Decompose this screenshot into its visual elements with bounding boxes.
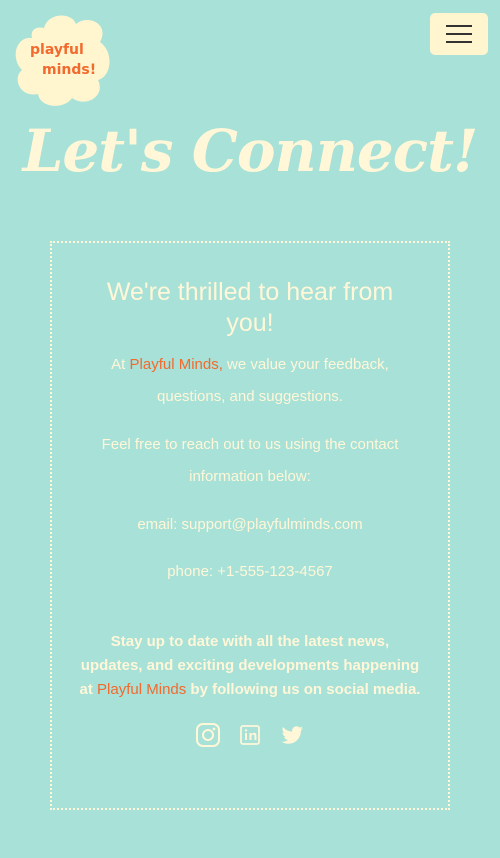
logo-text: playful minds! <box>14 40 112 80</box>
linkedin-icon[interactable] <box>237 722 263 748</box>
logo[interactable]: playful minds! <box>14 14 112 106</box>
phone-link[interactable]: +1-555-123-4567 <box>217 563 333 580</box>
menu-button[interactable] <box>430 13 488 55</box>
follow-text: Stay up to date with all the latest news… <box>78 630 422 702</box>
logo-line-2: minds! <box>42 62 97 78</box>
follow-brand: Playful Minds <box>97 681 187 698</box>
intro-prefix: At <box>111 356 130 373</box>
email-link[interactable]: support@playfulminds.com <box>182 516 363 533</box>
hamburger-icon-bar <box>446 41 472 43</box>
page-title: Let's Connect! <box>22 117 479 185</box>
social-links <box>78 722 422 748</box>
email-line: email: support@playfulminds.com <box>78 509 422 541</box>
follow-suffix: by following us on social media. <box>186 681 421 698</box>
contact-card: We're thrilled to hear from you! At Play… <box>50 241 450 810</box>
hamburger-icon <box>446 25 472 27</box>
reach-text: Feel free to reach out to us using the c… <box>101 436 399 485</box>
phone-label: phone: <box>167 563 218 580</box>
brand-name: Playful Minds, <box>129 356 223 373</box>
instagram-icon[interactable] <box>195 722 221 748</box>
phone-line: phone: +1-555-123-4567 <box>78 556 422 588</box>
intro-text: At Playful Minds, we value your feedback… <box>78 349 422 413</box>
contact-heading: We're thrilled to hear from you! <box>106 278 394 337</box>
email-label: email: <box>137 516 182 533</box>
logo-line-1: playful <box>30 42 84 58</box>
twitter-icon[interactable] <box>279 722 305 748</box>
hamburger-icon-bar <box>446 33 472 35</box>
